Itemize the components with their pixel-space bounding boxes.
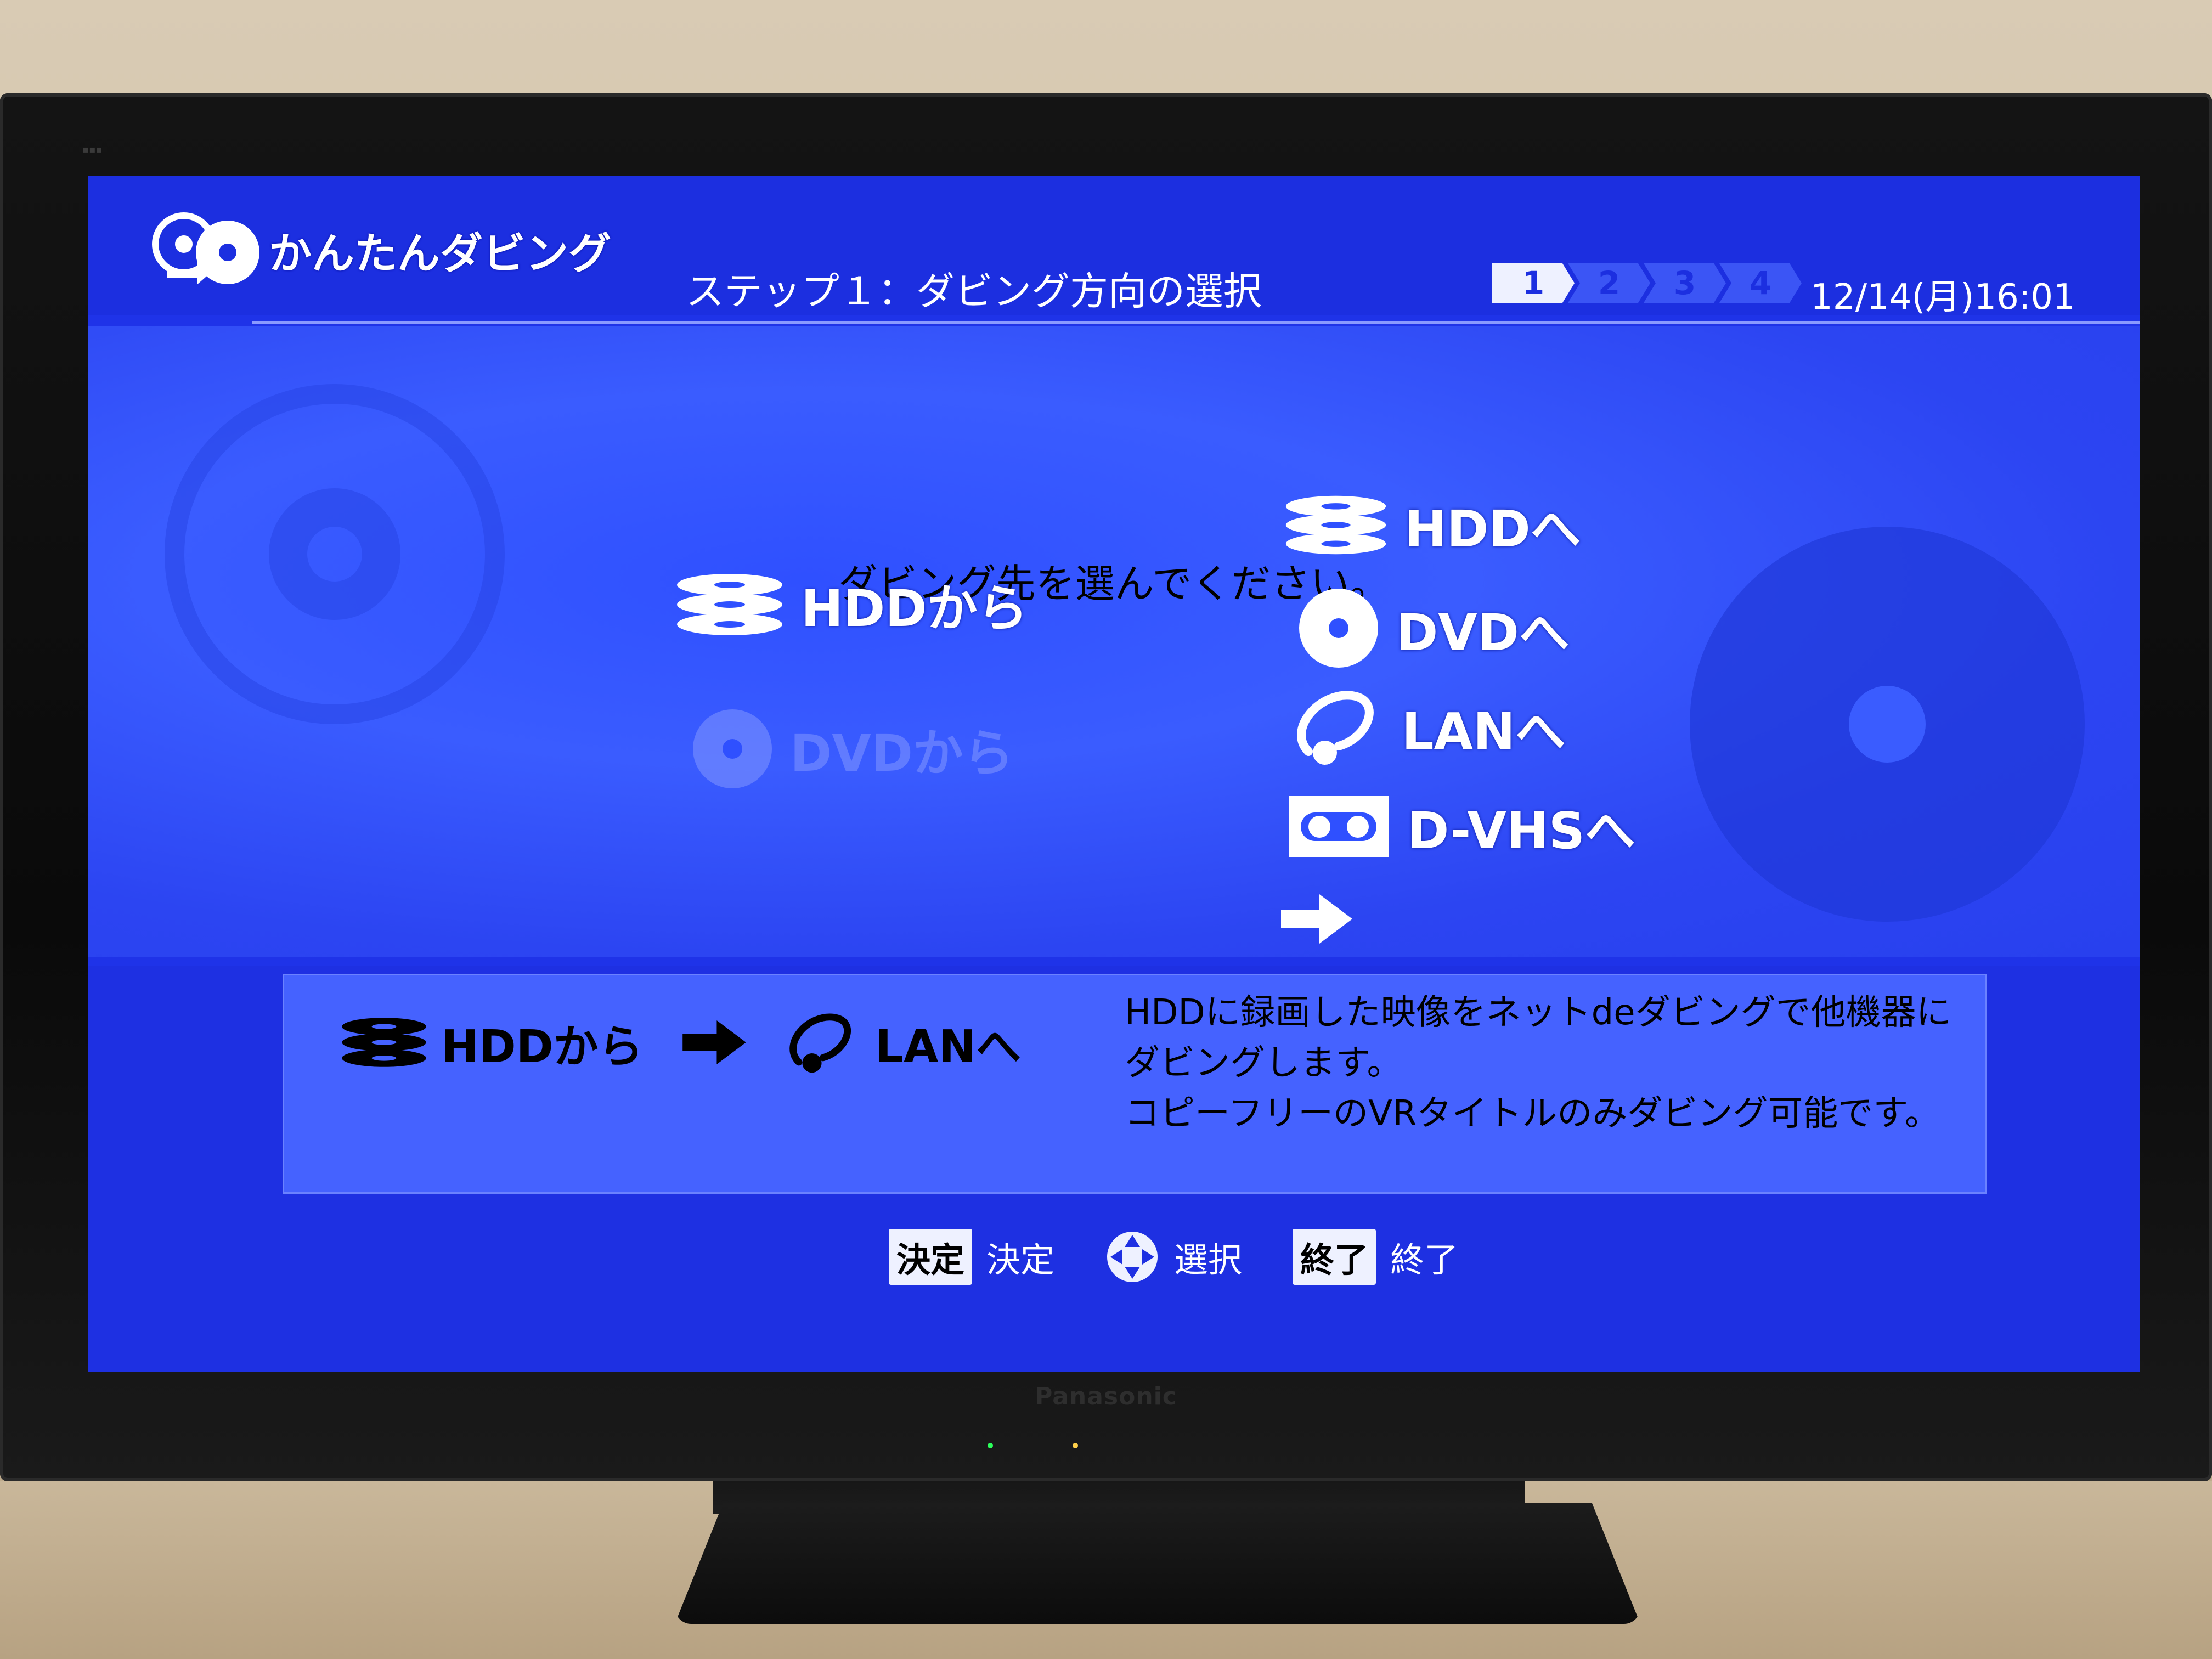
destination-option-label: D-VHSへ	[1407, 802, 1636, 860]
dvd-icon	[693, 709, 772, 788]
dpad-icon	[1107, 1232, 1158, 1282]
power-led	[988, 1443, 993, 1448]
step-3: 3	[1644, 263, 1726, 303]
step-4: 4	[1719, 263, 1802, 303]
destination-option-dvhs[interactable]: D-VHSへ	[1286, 790, 1635, 863]
hdd-icon	[1285, 495, 1386, 554]
tv-brand-logo: Panasonic	[1035, 1383, 1177, 1410]
description-line: ダビングします。	[1125, 1043, 1402, 1084]
route-to-label: LANへ	[874, 1020, 1022, 1073]
step-indicator: 1 2 3 4	[1492, 263, 1802, 307]
dubbing-logo-icon	[152, 212, 259, 284]
destination-option-dvd[interactable]: DVDへ	[1297, 587, 1570, 669]
app-title: かんたんダビング	[269, 229, 612, 279]
destination-option-label: HDDへ	[1404, 500, 1581, 558]
description-line: HDDに録画した映像をネットdeダビングで他機器に	[1125, 992, 1951, 1033]
step-4-label: 4	[1749, 264, 1772, 302]
selection-cursor-arrow-icon	[1281, 894, 1352, 944]
description-text: HDDに録画した映像をネットdeダビングで他機器に ダビングします。 コピーフリ…	[1125, 988, 1951, 1139]
exit-key-label: 終了	[1390, 1240, 1459, 1280]
destination-option-hdd[interactable]: HDDへ	[1284, 488, 1581, 561]
route-summary: HDDから LANへ	[340, 1009, 1021, 1075]
key-guide: 決定 決定 選択 終了 終了	[889, 1229, 1458, 1285]
instruction-prompt: ダビング先を選んでください。	[838, 561, 1390, 607]
enter-key-badge: 決定	[889, 1229, 973, 1285]
step-title: ステップ１：ダビング方向の選択	[686, 269, 1262, 314]
step-1-label: 1	[1522, 264, 1545, 302]
destination-option-label: DVDへ	[1396, 603, 1570, 662]
lan-icon	[789, 1013, 851, 1073]
step-2: 2	[1568, 263, 1650, 303]
dvd-icon	[1299, 589, 1378, 668]
step-1: 1	[1492, 263, 1575, 303]
status-led	[1073, 1443, 1078, 1448]
source-option-dvd: DVDから	[691, 708, 1014, 790]
step-3-label: 3	[1673, 264, 1696, 302]
source-option-label: HDDから	[801, 579, 1028, 638]
select-label: 選択	[1174, 1240, 1243, 1280]
clock: 12/14(月)16:01	[1810, 277, 2075, 318]
hdd-icon	[677, 573, 782, 635]
route-from-label: HDDから	[441, 1020, 644, 1073]
hdd-icon	[342, 1018, 426, 1067]
lan-icon	[1297, 691, 1374, 765]
vhs-icon	[1289, 795, 1389, 857]
enter-key-label: 決定	[986, 1240, 1055, 1280]
destination-option-lan[interactable]: LANへ	[1286, 686, 1566, 768]
source-option-label: DVDから	[790, 724, 1014, 783]
header-divider	[252, 321, 2140, 324]
tv-model-badge: ▪▪▪	[82, 144, 103, 155]
right-arrow-icon	[682, 1020, 746, 1064]
decorative-disc-hole-icon	[1849, 686, 1926, 763]
tv-stand-base	[675, 1503, 1640, 1624]
tv-screen: かんたんダビング ステップ１：ダビング方向の選択 1 2 3 4 12/14(月…	[88, 176, 2140, 1372]
destination-option-label: LANへ	[1402, 702, 1566, 761]
source-option-hdd[interactable]: HDDから	[675, 568, 1028, 641]
step-2-label: 2	[1598, 264, 1621, 302]
exit-key-badge: 終了	[1293, 1229, 1376, 1285]
description-line: コピーフリーのVRタイトルのみダビング可能です。	[1125, 1093, 1940, 1134]
